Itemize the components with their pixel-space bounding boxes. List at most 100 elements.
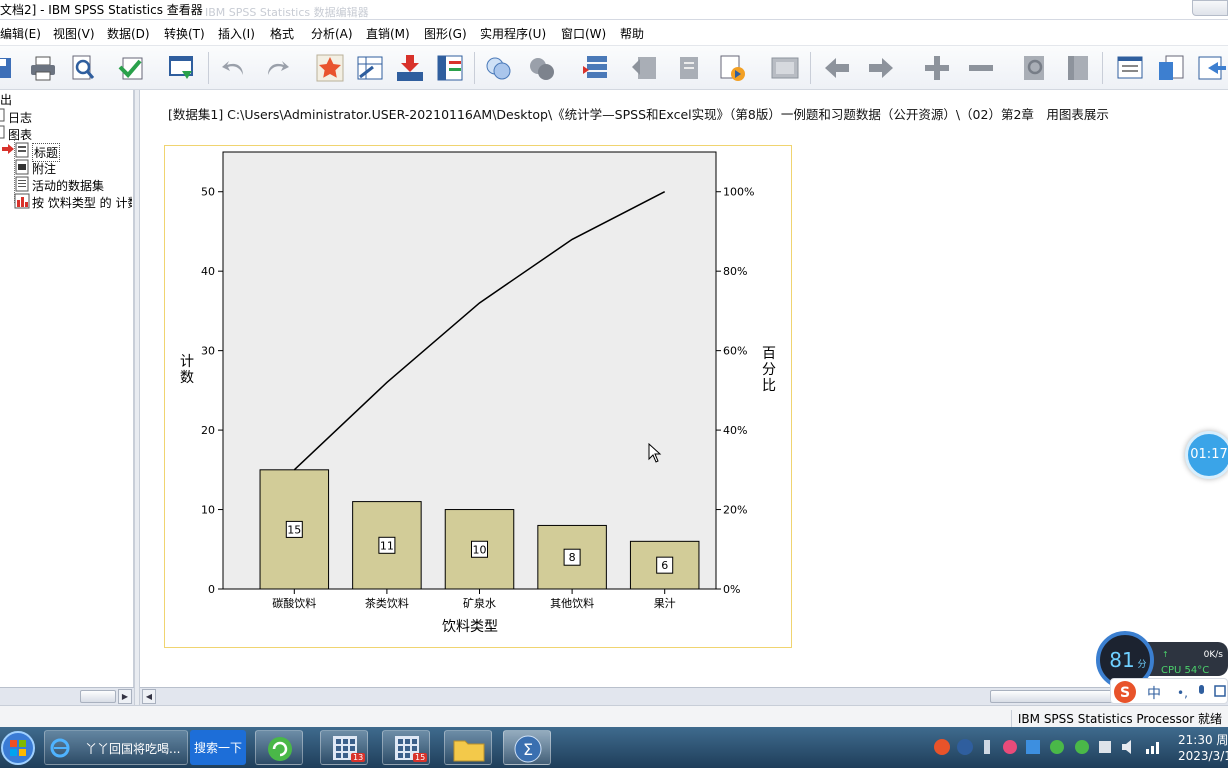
pareto-chart: 01020304050 0%20%40%60%80%100% 1511 1086 …: [180, 151, 776, 635]
content-pane: [数据集1] C:\Users\Administrator.USER-20210…: [140, 90, 1228, 687]
clock-date: 2023/3/1: [1178, 749, 1228, 763]
menu-direct-marketing[interactable]: 直销(M): [366, 25, 410, 42]
recall-dialog-button[interactable]: [167, 53, 197, 83]
print-button[interactable]: [28, 53, 58, 83]
outline-horizontal-scrollbar[interactable]: ▶: [0, 687, 134, 705]
insert-output-icon: [397, 55, 423, 81]
redo-icon: [268, 61, 289, 75]
taskbar-badge: 15: [413, 753, 428, 762]
menu-bar: 编辑(E) 视图(V) 数据(D) 转换(T) 插入(I) 格式 分析(A) 直…: [0, 20, 1228, 46]
goto-next-window-button[interactable]: [1196, 53, 1226, 83]
circles-icon: [486, 57, 511, 80]
taskbar-browser[interactable]: 丫丫回国将吃喝...: [44, 730, 188, 765]
hide-button[interactable]: [527, 53, 557, 83]
menu-edit[interactable]: 编辑(E): [0, 25, 41, 42]
menu-analyze[interactable]: 分析(A): [311, 25, 353, 42]
designate-window-button[interactable]: [581, 53, 611, 83]
insert-text-button[interactable]: [717, 53, 747, 83]
save-button[interactable]: [0, 53, 16, 83]
tree-node-notes[interactable]: 附注: [32, 160, 56, 177]
taskbar-search[interactable]: 搜索一下: [190, 730, 246, 765]
ime-punctuation-icon: •,: [1177, 686, 1188, 700]
variables-button[interactable]: [435, 53, 465, 83]
plus-icon: [925, 56, 949, 80]
spss-sigma-icon: Σ: [514, 735, 542, 763]
menu-data[interactable]: 数据(D): [107, 25, 150, 42]
redo-button[interactable]: [262, 53, 292, 83]
ghost-title: IBM SPSS Statistics 数据编辑器: [205, 6, 369, 19]
tree-node-log[interactable]: 日志: [8, 109, 32, 126]
find-icon: [1024, 56, 1044, 80]
y2-tick-label: 20%: [723, 504, 747, 517]
system-tray-icons[interactable]: [932, 737, 1172, 759]
data-label: 15: [287, 523, 301, 536]
tree-node-charts[interactable]: 图表: [8, 126, 32, 143]
menu-insert[interactable]: 插入(I): [218, 25, 255, 42]
print-preview-button[interactable]: [68, 53, 98, 83]
designate-window-icon: [583, 56, 607, 78]
scroll-thumb[interactable]: [990, 690, 1130, 703]
window-list-icon: [1117, 56, 1143, 79]
expand-button[interactable]: [866, 53, 896, 83]
menu-view[interactable]: 视图(V): [53, 25, 95, 42]
x-axis-title: 饮料类型: [442, 619, 498, 635]
tree-node-active-dataset[interactable]: 活动的数据集: [32, 177, 104, 194]
show-button[interactable]: [922, 53, 952, 83]
score-value: 81: [1109, 648, 1134, 672]
goto-case-button[interactable]: [355, 53, 385, 83]
menu-window[interactable]: 窗口(W): [561, 25, 606, 42]
find-button[interactable]: [1020, 53, 1050, 83]
save-icon: [0, 58, 11, 78]
tree-node-output[interactable]: 出: [0, 91, 12, 108]
menu-graphs[interactable]: 图形(G): [424, 25, 467, 42]
outline-pane: 出 日志 图表 标题 附注 活动的数据集 按 饮料类型 的 计数: [0, 90, 134, 687]
chart-frame[interactable]: 0 10 20 30 40 50 0% 20% 40% 60% 80% 100% 15 11 10 8 6 …: [164, 145, 792, 648]
undo-button[interactable]: [219, 53, 249, 83]
demote-button[interactable]: [675, 53, 705, 83]
status-bar: IBM SPSS Statistics Processor 就绪: [0, 705, 1228, 727]
y2-tick-label: 60%: [723, 345, 747, 358]
hide-item-button[interactable]: [966, 53, 996, 83]
ie-icon: [50, 738, 70, 758]
taskbar-app-refresh[interactable]: [255, 730, 303, 765]
y2-tick-label: 0%: [723, 583, 740, 596]
book-icon: [1068, 56, 1088, 80]
y2-axis-title-char-3: 比: [762, 378, 776, 394]
scroll-left-button[interactable]: ◀: [142, 689, 156, 704]
close-window-button[interactable]: [1192, 0, 1228, 16]
net-up-icon: ↑: [1162, 650, 1169, 659]
menu-format[interactable]: 格式: [270, 25, 294, 42]
minus-icon: [969, 65, 993, 71]
copy-window-button[interactable]: [1156, 53, 1186, 83]
scroll-thumb[interactable]: [80, 690, 116, 703]
show-all-button[interactable]: [484, 53, 514, 83]
tree-node-chart[interactable]: 按 饮料类型 的 计数: [32, 194, 132, 211]
toolbar: [0, 46, 1228, 90]
y2-tick-label: 40%: [723, 424, 747, 437]
recording-timer[interactable]: 01:17: [1185, 431, 1228, 479]
menu-transform[interactable]: 转换(T): [164, 25, 205, 42]
content-horizontal-scrollbar[interactable]: ◀: [140, 687, 1228, 705]
x-tick-label: 其他饮料: [550, 596, 594, 610]
taskbar-spss[interactable]: Σ: [503, 730, 551, 765]
show-outline-button[interactable]: [770, 53, 800, 83]
taskbar-file-explorer[interactable]: [444, 730, 492, 765]
bookmark-button[interactable]: [1063, 53, 1093, 83]
taskbar-app-grid-2[interactable]: 15: [382, 730, 430, 765]
star-icon: [316, 54, 344, 82]
export-icon: [118, 57, 143, 80]
menu-utilities[interactable]: 实用程序(U): [480, 25, 546, 42]
promote-button[interactable]: [630, 53, 660, 83]
sogou-logo-letter: S: [1120, 685, 1130, 701]
scroll-right-button[interactable]: ▶: [118, 689, 132, 704]
ime-toolbar[interactable]: S 中 •,: [1110, 678, 1228, 704]
goto-data-button[interactable]: [315, 53, 345, 83]
window-list-button[interactable]: [1115, 53, 1145, 83]
collapse-button[interactable]: [822, 53, 852, 83]
start-button-icon[interactable]: [0, 729, 40, 767]
menu-help[interactable]: 帮助: [620, 25, 644, 42]
insert-output-button[interactable]: [395, 53, 425, 83]
export-button[interactable]: [117, 53, 147, 83]
taskbar-app-grid-1[interactable]: 13: [320, 730, 368, 765]
toolbar-separator: [474, 52, 475, 84]
